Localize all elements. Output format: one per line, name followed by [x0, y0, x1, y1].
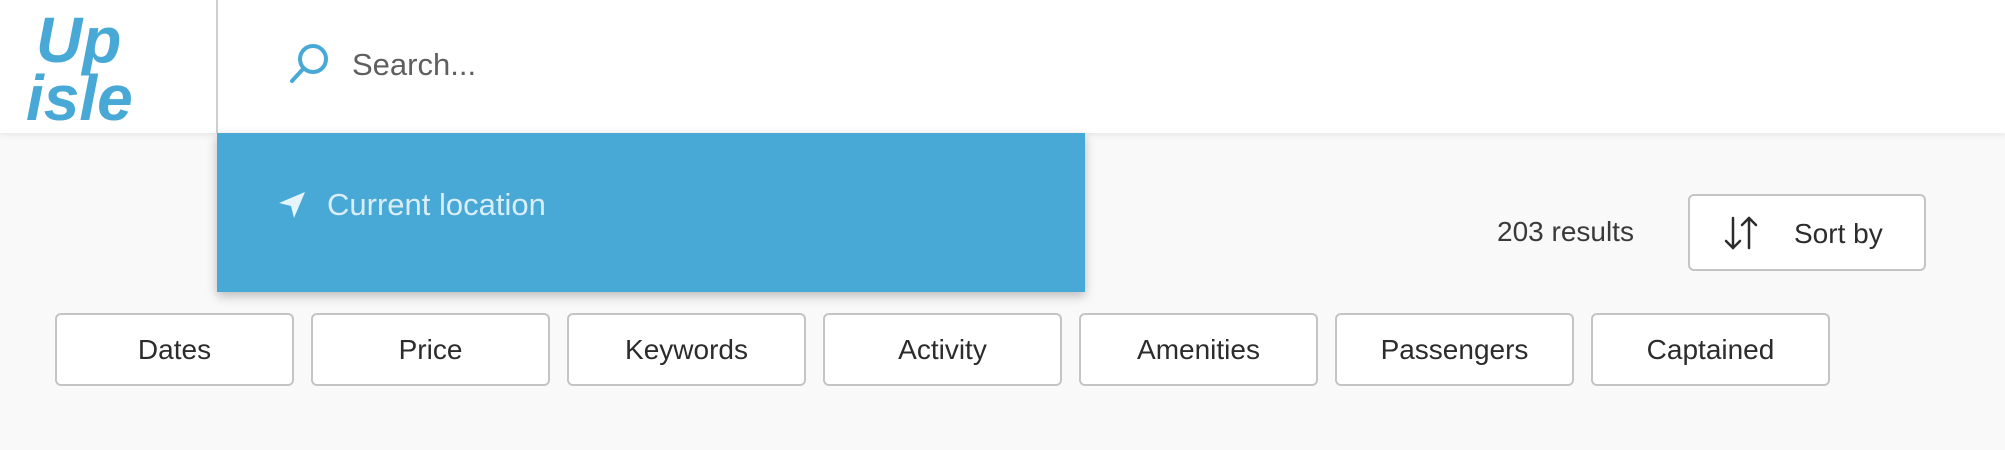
filter-activity[interactable]: Activity [823, 313, 1062, 386]
filter-dates[interactable]: Dates [55, 313, 294, 386]
top-header: Up isle [0, 0, 2005, 133]
results-count: 203 results [1497, 216, 1634, 247]
svg-text:isle: isle [26, 62, 133, 126]
filter-bar: Dates Price Keywords Activity Amenities … [55, 313, 1830, 386]
suggestion-current-location[interactable]: Current location [277, 181, 546, 229]
suggestion-label: Current location [327, 187, 546, 222]
filter-passengers[interactable]: Passengers [1335, 313, 1574, 386]
navigation-arrow-icon [279, 192, 305, 218]
search-icon[interactable] [287, 41, 331, 85]
filter-amenities[interactable]: Amenities [1079, 313, 1318, 386]
sort-by-button[interactable]: Sort by [1688, 194, 1926, 271]
sort-by-label: Sort by [1794, 218, 1883, 249]
upisle-logo[interactable]: Up isle [26, 6, 171, 126]
search-input[interactable] [350, 34, 1254, 96]
filter-captained[interactable]: Captained [1591, 313, 1830, 386]
filter-price[interactable]: Price [311, 313, 550, 386]
sort-arrows-icon [1724, 216, 1758, 250]
filter-keywords[interactable]: Keywords [567, 313, 806, 386]
header-divider [216, 0, 218, 133]
search-suggestions-dropdown: Current location [217, 133, 1085, 292]
